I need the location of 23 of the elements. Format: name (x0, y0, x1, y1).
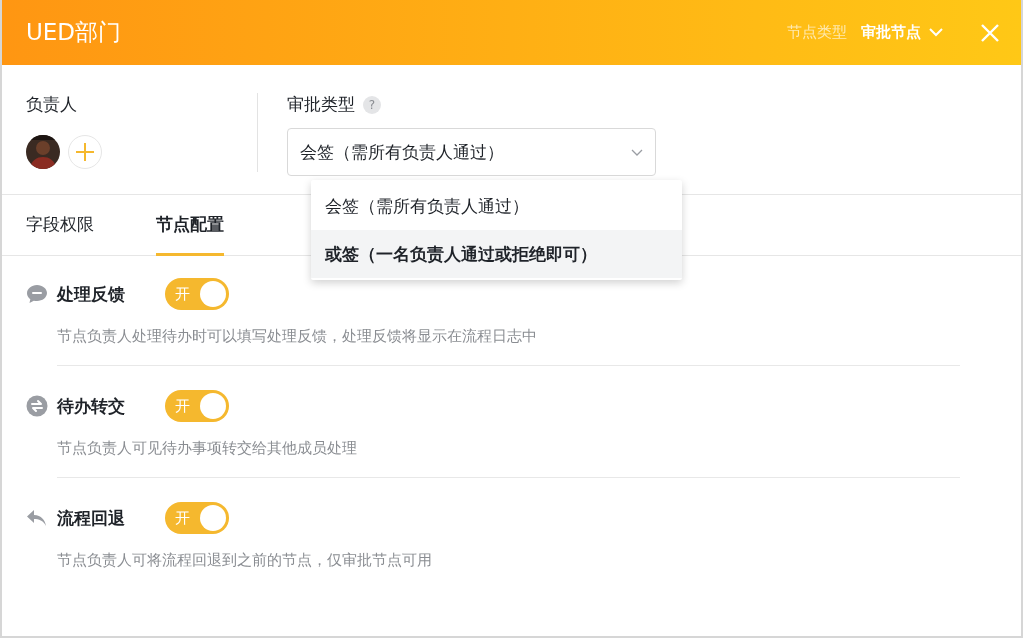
field-label: 审批类型 (287, 93, 355, 116)
tab[interactable]: 节点配置 (156, 195, 224, 256)
plus-icon (75, 142, 95, 162)
close-icon[interactable] (981, 23, 999, 42)
approval-type-select[interactable]: 会签（需所有负责人通过） (287, 128, 656, 176)
chevron-down-icon (631, 148, 643, 156)
setting-description: 节点负责人可见待办事项转交给其他成员处理 (57, 438, 358, 459)
node-type-label: 节点类型 (787, 23, 847, 42)
setting-description: 节点负责人处理待办时可以填写处理反馈，处理反馈将显示在流程日志中 (57, 326, 538, 347)
setting-title: 处理反馈 (57, 282, 126, 306)
dropdown-option[interactable]: 会签（需所有负责人通过） (311, 182, 682, 230)
setting-title: 流程回退 (57, 506, 126, 530)
tab[interactable]: 字段权限 (26, 195, 94, 256)
field-label: 负责人 (26, 93, 78, 116)
reply-arrow-icon (26, 509, 48, 527)
dialog-title: UED部门 (26, 18, 123, 47)
chat-icon (26, 284, 48, 304)
add-person-button[interactable] (68, 135, 102, 169)
swap-icon (26, 395, 48, 417)
chevron-down-icon (929, 28, 943, 37)
dropdown-option[interactable]: 或签（一名负责人通过或拒绝即可） (311, 230, 682, 278)
setting-description: 节点负责人可将流程回退到之前的节点，仅审批节点可用 (57, 550, 433, 571)
setting-title: 待办转交 (57, 394, 126, 418)
